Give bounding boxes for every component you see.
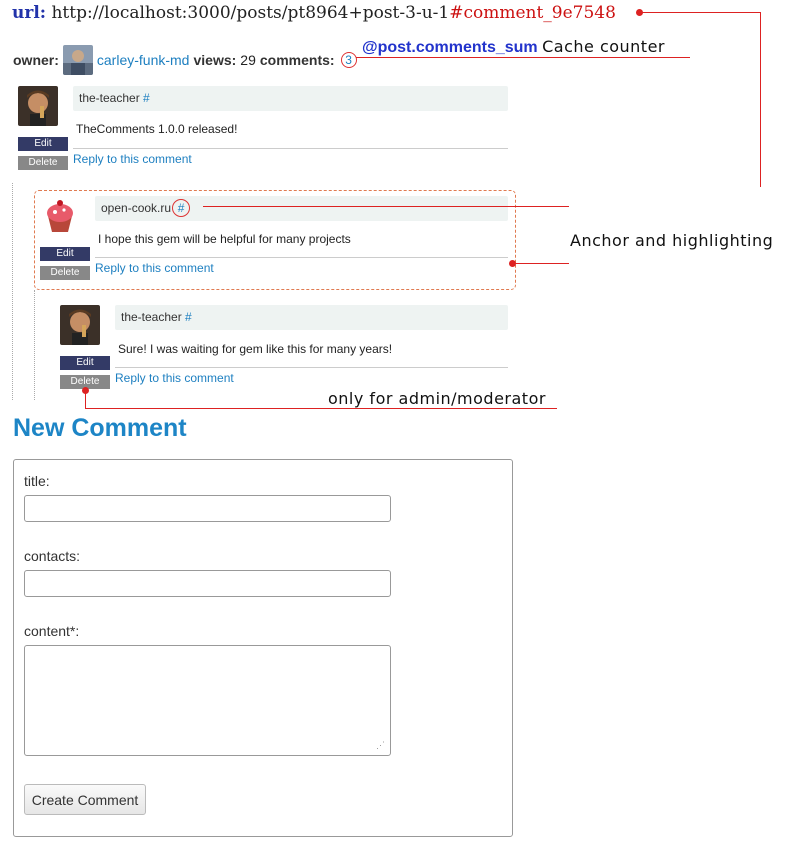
url-anchor-vline bbox=[760, 12, 761, 187]
comment-author: the-teacher bbox=[79, 91, 140, 105]
owner-label: owner: bbox=[13, 52, 59, 68]
admin-pointer-line bbox=[85, 408, 557, 409]
highlight-pointer-dot bbox=[509, 260, 516, 267]
comment-avatar bbox=[18, 86, 58, 126]
delete-button[interactable]: Delete bbox=[18, 156, 68, 170]
url-anchor: #comment_9e7548 bbox=[449, 3, 616, 23]
comment-body: I hope this gem will be helpful for many… bbox=[98, 232, 351, 246]
comment-avatar bbox=[60, 305, 100, 345]
cache-code: @post.comments_sum bbox=[362, 39, 538, 56]
comments-label: comments: bbox=[259, 52, 335, 68]
cache-underline bbox=[356, 57, 690, 58]
comment-avatar bbox=[40, 196, 80, 236]
reply-link[interactable]: Reply to this comment bbox=[115, 371, 234, 385]
views-label: views: bbox=[193, 52, 237, 68]
reply-link[interactable]: Reply to this comment bbox=[95, 261, 214, 275]
comments-count: 3 bbox=[340, 52, 357, 68]
title-label: title: bbox=[24, 473, 50, 489]
url-line: url: http://localhost:3000/posts/pt8964+… bbox=[12, 3, 616, 23]
comment-author: the-teacher bbox=[121, 310, 182, 324]
anchor-annotation: Anchor and highlighting bbox=[570, 231, 774, 250]
new-comment-heading: New Comment bbox=[13, 414, 187, 442]
comment-header: open-cook.ru # bbox=[95, 196, 508, 221]
url-path: http://localhost:3000/posts/pt8964+post-… bbox=[51, 3, 450, 23]
comment-anchor-link[interactable]: # bbox=[185, 310, 192, 324]
highlight-pointer-line bbox=[512, 263, 569, 264]
edit-button[interactable]: Edit bbox=[18, 137, 68, 151]
comment-body: Sure! I was waiting for gem like this fo… bbox=[118, 342, 393, 356]
content-textarea[interactable]: ⋰ bbox=[24, 645, 391, 756]
url-label: url: bbox=[12, 3, 47, 23]
anchor-pointer-line bbox=[203, 206, 569, 207]
delete-button[interactable]: Delete bbox=[40, 266, 90, 280]
content-label: content*: bbox=[24, 623, 80, 639]
owner-link[interactable]: carley-funk-md bbox=[97, 52, 190, 68]
url-anchor-line bbox=[640, 12, 760, 13]
cache-text: Cache counter bbox=[542, 37, 665, 56]
comment-item: open-cook.ru # I hope this gem will be he… bbox=[40, 196, 508, 286]
comment-item: the-teacher # Sure! I was waiting for ge… bbox=[60, 305, 508, 395]
contacts-input[interactable] bbox=[24, 570, 391, 597]
comment-body: TheComments 1.0.0 released! bbox=[76, 122, 238, 136]
owner-avatar bbox=[62, 45, 93, 75]
post-meta: owner: carley-funk-md views: 29 comments… bbox=[13, 45, 357, 75]
admin-pointer-dot bbox=[82, 387, 89, 394]
comment-author: open-cook.ru bbox=[101, 201, 172, 215]
comment-item: the-teacher # TheComments 1.0.0 released… bbox=[18, 86, 508, 176]
admin-annotation: only for admin/moderator bbox=[328, 389, 546, 408]
edit-button[interactable]: Edit bbox=[60, 356, 110, 370]
create-comment-button[interactable]: Create Comment bbox=[24, 784, 146, 815]
comment-header: the-teacher # bbox=[73, 86, 508, 111]
comment-separator bbox=[115, 367, 508, 368]
resize-grip-icon[interactable]: ⋰ bbox=[376, 740, 385, 751]
views-value: 29 bbox=[240, 52, 256, 68]
comment-anchor-link[interactable]: # bbox=[172, 199, 191, 217]
title-input[interactable] bbox=[24, 495, 391, 522]
comment-header: the-teacher # bbox=[115, 305, 508, 330]
comment-anchor-link[interactable]: # bbox=[143, 91, 150, 105]
thread-line-2 bbox=[34, 290, 35, 400]
edit-button[interactable]: Edit bbox=[40, 247, 90, 261]
reply-link[interactable]: Reply to this comment bbox=[73, 152, 192, 166]
cache-annotation: @post.comments_sum Cache counter bbox=[362, 37, 665, 57]
thread-line-1 bbox=[12, 183, 13, 400]
comment-separator bbox=[73, 148, 508, 149]
new-comment-form: title: contacts: content*: ⋰ Create Comm… bbox=[13, 459, 513, 837]
contacts-label: contacts: bbox=[24, 548, 81, 564]
comment-separator bbox=[95, 257, 508, 258]
